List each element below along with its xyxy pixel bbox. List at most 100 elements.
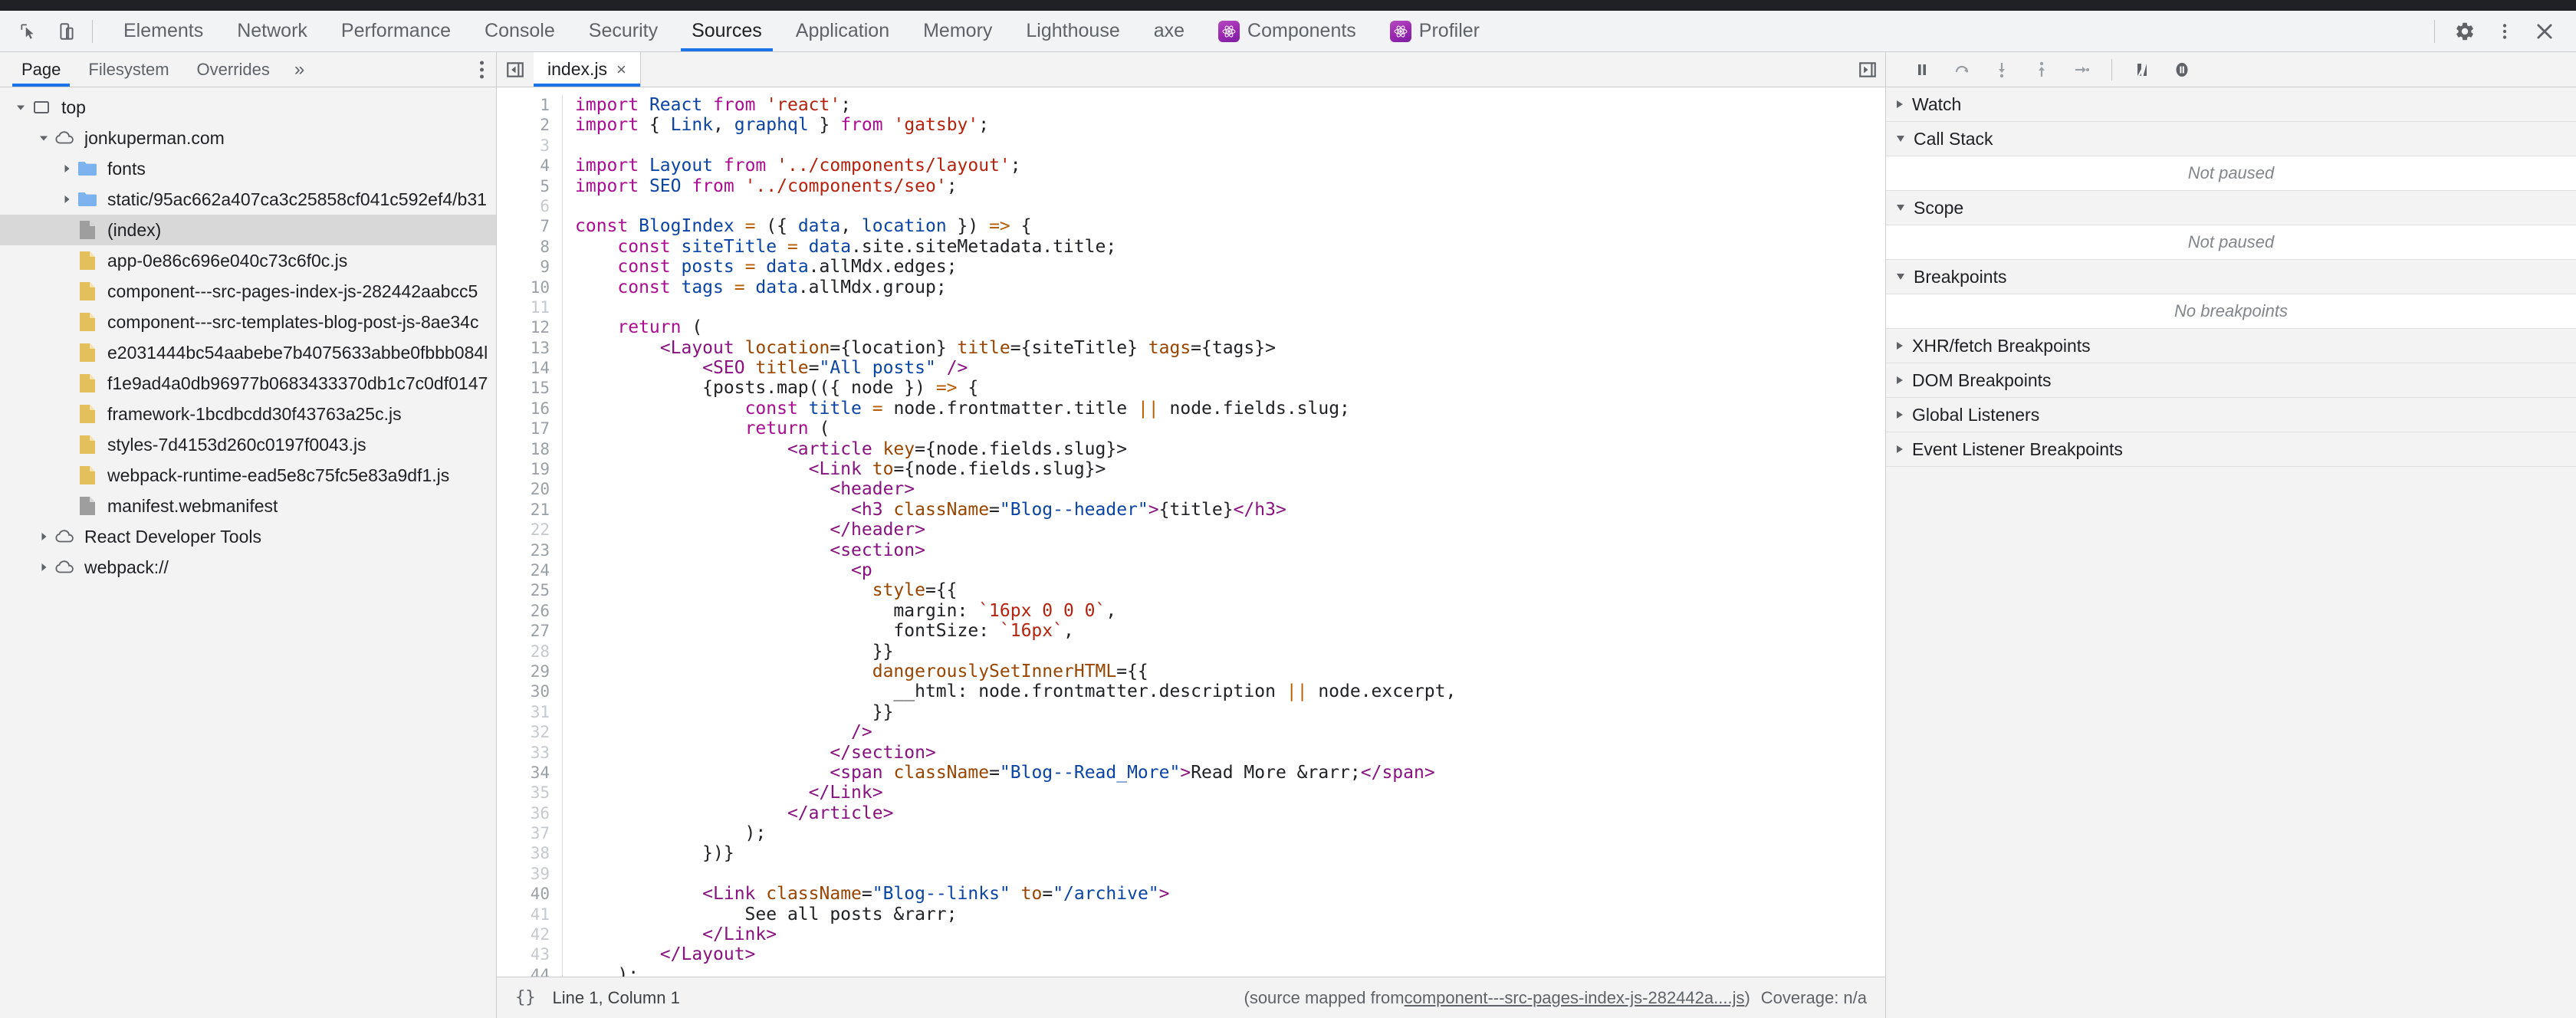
code-line[interactable]: 14 <SEO title="All posts" /> — [497, 358, 1885, 379]
chevron-right-icon[interactable] — [1897, 100, 1903, 108]
line-number[interactable]: 30 — [497, 681, 563, 702]
debugger-section-header[interactable]: Watch — [1886, 87, 2576, 122]
line-number[interactable]: 6 — [497, 195, 563, 217]
chevron-right-icon[interactable] — [1897, 445, 1903, 453]
code-line[interactable]: 35 </Link> — [497, 783, 1885, 803]
navigator-tab-page[interactable]: Page — [8, 52, 74, 87]
line-number[interactable]: 32 — [497, 722, 563, 743]
code-line[interactable]: 41 See all posts &rarr; — [497, 904, 1885, 925]
code-line[interactable]: 15 {posts.map(({ node }) => { — [497, 378, 1885, 399]
line-number[interactable]: 4 — [497, 156, 563, 176]
line-number[interactable]: 43 — [497, 944, 563, 965]
debugger-section-header[interactable]: XHR/fetch Breakpoints — [1886, 329, 2576, 363]
line-number[interactable]: 7 — [497, 216, 563, 237]
navigator-more-tabs-icon[interactable]: » — [284, 59, 315, 80]
line-number[interactable]: 20 — [497, 479, 563, 500]
line-number[interactable]: 1 — [497, 95, 563, 116]
code-line[interactable]: 12 return ( — [497, 317, 1885, 338]
line-number[interactable]: 33 — [497, 742, 563, 763]
line-number[interactable]: 39 — [497, 863, 563, 885]
line-number[interactable]: 22 — [497, 520, 563, 540]
line-number[interactable]: 41 — [497, 904, 563, 925]
editor-tab-index-js[interactable]: index.js × — [534, 52, 641, 87]
deactivate-breakpoints-icon[interactable] — [2124, 54, 2160, 85]
chevron-right-icon[interactable] — [34, 557, 54, 577]
line-number[interactable]: 28 — [497, 641, 563, 662]
file-tree-row[interactable]: manifest.webmanifest — [0, 491, 496, 521]
code-line[interactable]: 27 fontSize: `16px`, — [497, 621, 1885, 642]
tab-elements[interactable]: Elements — [107, 11, 220, 51]
file-tree-row[interactable]: (index) — [0, 215, 496, 245]
tab-network[interactable]: Network — [220, 11, 324, 51]
chevron-down-icon[interactable] — [34, 128, 54, 148]
line-number[interactable]: 3 — [497, 135, 563, 156]
file-tree-row[interactable]: component---src-pages-index-js-282442aab… — [0, 276, 496, 307]
file-tree-row[interactable]: webpack:// — [0, 552, 496, 583]
tab-performance[interactable]: Performance — [324, 11, 468, 51]
chevron-right-icon[interactable] — [57, 189, 77, 209]
line-number[interactable]: 38 — [497, 843, 563, 864]
code-line[interactable]: 36 </article> — [497, 803, 1885, 824]
line-number[interactable]: 8 — [497, 236, 563, 258]
file-tree-row[interactable]: framework-1bcdbcdd30f43763a25c.js — [0, 399, 496, 429]
step-icon[interactable] — [2064, 54, 2099, 85]
file-tree-row[interactable]: static/95ac662a407ca3c25858cf041c592ef4/… — [0, 184, 496, 215]
chevron-right-icon[interactable] — [1897, 411, 1903, 419]
line-number[interactable]: 16 — [497, 398, 563, 419]
code-line[interactable]: 33 </section> — [497, 742, 1885, 763]
line-number[interactable]: 36 — [497, 803, 563, 824]
file-tree-row[interactable]: component---src-templates-blog-post-js-8… — [0, 307, 496, 337]
code-line[interactable]: 30 __html: node.frontmatter.description … — [497, 681, 1885, 702]
gear-icon[interactable] — [2446, 14, 2484, 49]
line-number[interactable]: 17 — [497, 419, 563, 439]
line-number[interactable]: 24 — [497, 560, 563, 581]
tab-profiler[interactable]: Profiler — [1373, 11, 1497, 51]
chevron-right-icon[interactable] — [57, 159, 77, 179]
code-line[interactable]: 25 style={{ — [497, 580, 1885, 601]
line-number[interactable]: 21 — [497, 499, 563, 520]
line-number[interactable]: 10 — [497, 277, 563, 297]
chevron-down-icon[interactable] — [1897, 136, 1904, 142]
code-line[interactable]: 16 const title = node.frontmatter.title … — [497, 398, 1885, 419]
navigator-more-options-icon[interactable] — [480, 61, 484, 78]
line-number[interactable]: 37 — [497, 823, 563, 844]
code-line[interactable]: 29 dangerouslySetInnerHTML={{ — [497, 661, 1885, 682]
source-map-link[interactable]: component---src-pages-index-js-282442a..… — [1405, 988, 1745, 1008]
code-line[interactable]: 34 <span className="Blog--Read_More">Rea… — [497, 762, 1885, 783]
code-line[interactable]: 44 ); — [497, 964, 1885, 977]
line-number[interactable]: 2 — [497, 115, 563, 136]
code-line[interactable]: 39 — [497, 863, 1885, 885]
chevron-right-icon[interactable] — [1897, 376, 1903, 384]
line-number[interactable]: 5 — [497, 176, 563, 196]
line-number[interactable]: 27 — [497, 621, 563, 642]
code-editor[interactable]: 1 import React from 'react'; 2 import { Lin… — [497, 87, 1885, 977]
code-line[interactable]: 11 — [497, 297, 1885, 318]
tab-console[interactable]: Console — [468, 11, 572, 51]
pretty-print-icon[interactable]: {} — [515, 988, 536, 1007]
line-number[interactable]: 34 — [497, 762, 563, 783]
file-tree-row[interactable]: React Developer Tools — [0, 521, 496, 552]
chevron-down-icon[interactable] — [11, 97, 31, 117]
code-line[interactable]: 26 margin: `16px 0 0 0`, — [497, 600, 1885, 622]
code-line[interactable]: 7 const BlogIndex = ({ data, location }) … — [497, 216, 1885, 237]
code-line[interactable]: 9 const posts = data.allMdx.edges; — [497, 257, 1885, 277]
code-line[interactable]: 40 <Link className="Blog--links" to="/ar… — [497, 884, 1885, 905]
line-number[interactable]: 18 — [497, 438, 563, 460]
code-line[interactable]: 38 })} — [497, 843, 1885, 864]
file-tree-row[interactable]: fonts — [0, 153, 496, 184]
debugger-section-header[interactable]: Breakpoints — [1886, 260, 2576, 294]
tab-components[interactable]: Components — [1201, 11, 1373, 51]
tab-lighthouse[interactable]: Lighthouse — [1009, 11, 1136, 51]
navigator-tab-overrides[interactable]: Overrides — [183, 52, 284, 87]
debugger-section-header[interactable]: Event Listener Breakpoints — [1886, 432, 2576, 467]
code-line[interactable]: 24 <p — [497, 560, 1885, 581]
line-number[interactable]: 19 — [497, 459, 563, 480]
tab-memory[interactable]: Memory — [906, 11, 1009, 51]
line-number[interactable]: 40 — [497, 884, 563, 905]
line-number[interactable]: 11 — [497, 297, 563, 318]
line-number[interactable]: 31 — [497, 701, 563, 723]
step-over-icon[interactable] — [1944, 54, 1980, 85]
chevron-down-icon[interactable] — [1897, 205, 1904, 211]
line-number[interactable]: 15 — [497, 378, 563, 399]
line-number[interactable]: 23 — [497, 540, 563, 560]
